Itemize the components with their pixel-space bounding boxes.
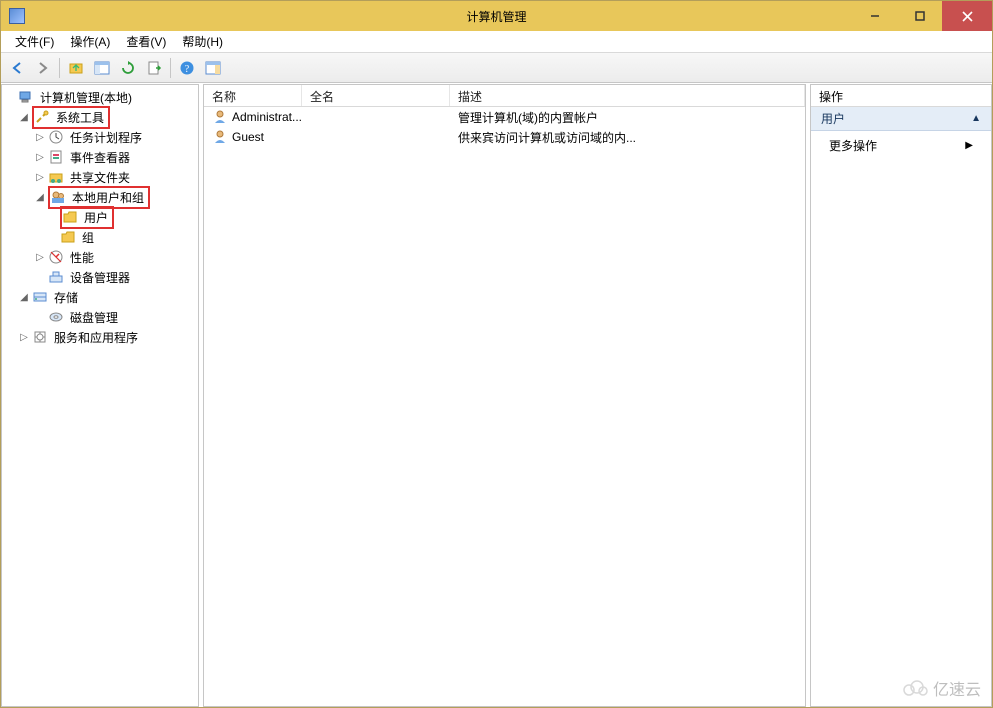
device-icon: [48, 269, 64, 285]
console-tree[interactable]: 计算机管理(本地) ◢ 系统工具 ▷ 任务计划程序 ▷: [2, 85, 198, 706]
tree-label: 存储: [52, 288, 80, 307]
tree-label: 用户: [82, 208, 110, 227]
disk-icon: [48, 309, 64, 325]
svg-text:?: ?: [185, 64, 190, 75]
column-name[interactable]: 名称: [204, 85, 302, 106]
maximize-button[interactable]: [897, 1, 942, 31]
expand-icon[interactable]: ▷: [34, 251, 46, 263]
menu-view[interactable]: 查看(V): [118, 31, 174, 52]
expand-icon[interactable]: ▷: [18, 331, 30, 343]
highlight-system-tools: 系统工具: [32, 106, 110, 129]
tools-icon: [34, 109, 50, 125]
expand-icon[interactable]: ▷: [34, 171, 46, 183]
tree-shared-folders[interactable]: ▷ 共享文件夹: [2, 167, 198, 187]
list-header: 名称 全名 描述: [204, 85, 805, 107]
performance-icon: [48, 249, 64, 265]
show-hide-tree-button[interactable]: [90, 56, 114, 80]
tree-device-manager[interactable]: 设备管理器: [2, 267, 198, 287]
services-icon: [32, 329, 48, 345]
column-description[interactable]: 描述: [450, 85, 805, 106]
collapse-icon[interactable]: ◢: [18, 291, 30, 303]
tree-root[interactable]: 计算机管理(本地): [2, 87, 198, 107]
tree-label: 事件查看器: [68, 148, 132, 167]
actions-panel: 操作 用户 ▲ 更多操作 ▶: [810, 84, 992, 707]
users-icon: [50, 189, 66, 205]
tree-services-apps[interactable]: ▷ 服务和应用程序: [2, 327, 198, 347]
menu-file[interactable]: 文件(F): [7, 31, 62, 52]
shared-folder-icon: [48, 169, 64, 185]
tree-event-viewer[interactable]: ▷ 事件查看器: [2, 147, 198, 167]
window-title: 计算机管理: [1, 8, 992, 25]
tree-label: 任务计划程序: [68, 128, 144, 147]
actions-more[interactable]: 更多操作 ▶: [811, 131, 991, 160]
toolbar: ?: [1, 53, 992, 83]
actions-more-label: 更多操作: [829, 137, 877, 154]
action-pane-button[interactable]: [201, 56, 225, 80]
cell-description: 管理计算机(域)的内置帐户: [450, 109, 805, 126]
user-icon: [212, 129, 228, 145]
tree-storage[interactable]: ◢ 存储: [2, 287, 198, 307]
up-button[interactable]: [64, 56, 88, 80]
folder-icon: [62, 209, 78, 225]
minimize-button[interactable]: [852, 1, 897, 31]
cell-name: Guest: [232, 130, 264, 144]
cell-name: Administrat...: [232, 110, 302, 124]
tree-label: 设备管理器: [68, 268, 132, 287]
expand-icon[interactable]: ▷: [34, 151, 46, 163]
window-controls: [852, 1, 992, 31]
event-icon: [48, 149, 64, 165]
expand-icon[interactable]: ▷: [34, 131, 46, 143]
submenu-arrow-icon: ▶: [965, 140, 973, 151]
menu-help[interactable]: 帮助(H): [174, 31, 231, 52]
title-bar: 计算机管理: [1, 1, 992, 31]
tree-label: 系统工具: [54, 108, 106, 127]
actions-section-users[interactable]: 用户 ▲: [811, 107, 991, 131]
list-row[interactable]: Administrat... 管理计算机(域)的内置帐户: [204, 107, 805, 127]
list-panel: 名称 全名 描述 Administrat... 管理计算机(域)的内置帐户 G: [203, 84, 806, 707]
computer-icon: [18, 89, 34, 105]
tree-label: 服务和应用程序: [52, 328, 140, 347]
refresh-button[interactable]: [116, 56, 140, 80]
cell-description: 供来宾访问计算机或访问域的内...: [450, 129, 805, 146]
close-button[interactable]: [942, 1, 992, 31]
tree-performance[interactable]: ▷ 性能: [2, 247, 198, 267]
actions-section-label: 用户: [821, 110, 845, 127]
app-icon: [9, 8, 25, 24]
tree-groups[interactable]: 组: [2, 227, 198, 247]
tree-local-users-groups[interactable]: ◢ 本地用户和组: [2, 187, 198, 207]
tree-label: 本地用户和组: [70, 188, 146, 207]
menu-action[interactable]: 操作(A): [62, 31, 118, 52]
tree-system-tools[interactable]: ◢ 系统工具: [2, 107, 198, 127]
column-full-name[interactable]: 全名: [302, 85, 450, 106]
tree-label: 组: [80, 228, 96, 247]
tree-label: 性能: [68, 248, 96, 267]
toolbar-separator: [170, 58, 171, 78]
export-button[interactable]: [142, 56, 166, 80]
list-row[interactable]: Guest 供来宾访问计算机或访问域的内...: [204, 127, 805, 147]
user-icon: [212, 109, 228, 125]
storage-icon: [32, 289, 48, 305]
tree-label: 磁盘管理: [68, 308, 120, 327]
back-button[interactable]: [5, 56, 29, 80]
tree-label: 共享文件夹: [68, 168, 132, 187]
tree-task-scheduler[interactable]: ▷ 任务计划程序: [2, 127, 198, 147]
tree-panel: 计算机管理(本地) ◢ 系统工具 ▷ 任务计划程序 ▷: [1, 84, 199, 707]
collapse-icon[interactable]: ◢: [18, 111, 30, 123]
toolbar-separator: [59, 58, 60, 78]
collapse-icon[interactable]: ◢: [34, 191, 46, 203]
forward-button[interactable]: [31, 56, 55, 80]
tree-label: 计算机管理(本地): [38, 88, 134, 107]
help-button[interactable]: ?: [175, 56, 199, 80]
folder-icon: [60, 229, 76, 245]
clock-icon: [48, 129, 64, 145]
tree-users[interactable]: 用户: [2, 207, 198, 227]
tree-disk-management[interactable]: 磁盘管理: [2, 307, 198, 327]
content-area: 计算机管理(本地) ◢ 系统工具 ▷ 任务计划程序 ▷: [1, 83, 992, 707]
collapse-arrow-icon: ▲: [971, 113, 981, 124]
list-body[interactable]: Administrat... 管理计算机(域)的内置帐户 Guest 供来宾访问…: [204, 107, 805, 706]
actions-header: 操作: [811, 85, 991, 107]
menu-bar: 文件(F) 操作(A) 查看(V) 帮助(H): [1, 31, 992, 53]
highlight-users: 用户: [60, 206, 114, 229]
